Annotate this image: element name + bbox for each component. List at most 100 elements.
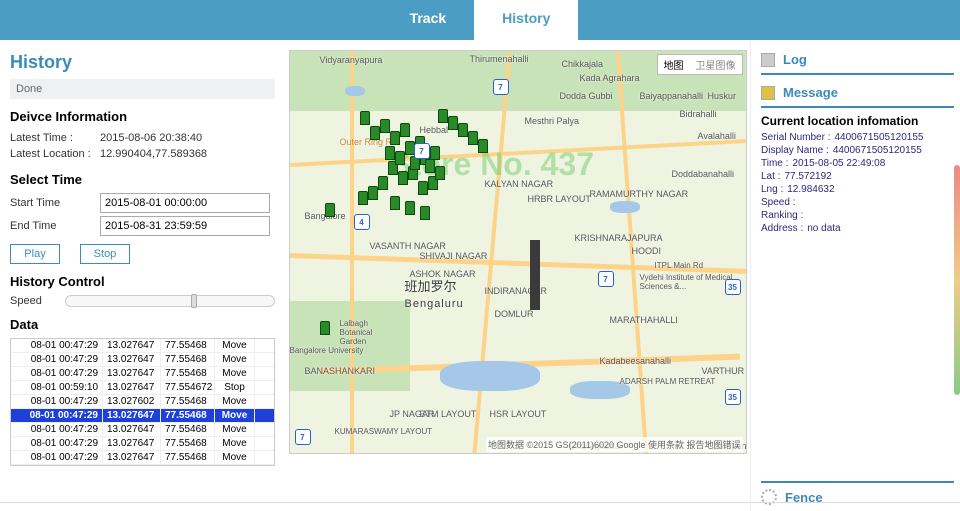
stop-button[interactable]: Stop bbox=[80, 244, 130, 264]
place-label: HSR LAYOUT bbox=[490, 409, 547, 419]
table-row[interactable]: 08-01 00:47:2913.02764777.55468Move bbox=[11, 451, 274, 465]
map-marker[interactable] bbox=[448, 116, 458, 130]
map-attribution: 地图数据 ©2015 GS(2011)6020 Google 使用条款 报告地图… bbox=[486, 437, 743, 452]
play-button[interactable]: Play bbox=[10, 244, 60, 264]
map-type-map[interactable]: 地图 bbox=[658, 55, 690, 74]
place-label: VARTHUR bbox=[702, 366, 745, 376]
slider-thumb[interactable] bbox=[191, 294, 197, 308]
place-label: Huskur bbox=[708, 91, 737, 101]
place-label: Mesthri Palya bbox=[525, 116, 580, 126]
map-marker[interactable] bbox=[395, 151, 405, 165]
tab-track[interactable]: Track bbox=[382, 0, 475, 40]
map-marker[interactable] bbox=[458, 123, 468, 137]
table-row[interactable]: 08-01 00:47:2913.02760277.55468Move bbox=[11, 395, 274, 409]
start-time-label: Start Time bbox=[10, 197, 100, 209]
place-label: ITPL Main Rd bbox=[655, 261, 704, 270]
table-row[interactable]: 08-01 00:47:2913.02764777.55468Move bbox=[11, 367, 274, 381]
right-panel: Log Message Current location infomation … bbox=[750, 40, 960, 511]
road-shield: 4 bbox=[354, 214, 370, 230]
table-row[interactable]: 08-01 00:47:2913.02764777.55468Move bbox=[11, 423, 274, 437]
place-label: HOODI bbox=[632, 246, 662, 256]
time-label: Time : bbox=[761, 158, 788, 169]
status-bar: Done bbox=[10, 79, 275, 99]
map-marker[interactable] bbox=[420, 206, 430, 220]
map-type-switch: 地图 卫星图像 bbox=[657, 54, 743, 75]
map-marker[interactable] bbox=[368, 186, 378, 200]
map-marker[interactable] bbox=[390, 196, 400, 210]
speed-info-label: Speed : bbox=[761, 197, 795, 208]
latest-location-label: Latest Location : bbox=[10, 148, 100, 160]
place-label: DOMLUR bbox=[495, 309, 534, 319]
place-label: BANASHANKARI bbox=[305, 366, 376, 376]
start-time-input[interactable] bbox=[100, 193, 270, 213]
map-marker[interactable] bbox=[418, 181, 428, 195]
displayname-value: 4400671505120155 bbox=[833, 145, 922, 156]
place-label: KRISHNARAJAPURA bbox=[575, 233, 663, 243]
serial-value: 4400671505120155 bbox=[834, 132, 923, 143]
log-label: Log bbox=[783, 52, 807, 67]
tab-history[interactable]: History bbox=[474, 0, 578, 40]
map-marker[interactable] bbox=[400, 123, 410, 137]
table-row[interactable]: 08-01 00:47:2913.02764777.55468Move bbox=[11, 353, 274, 367]
collapse-right-handle[interactable] bbox=[530, 240, 540, 310]
log-icon bbox=[761, 53, 775, 67]
end-time-label: End Time bbox=[10, 220, 100, 232]
map-marker[interactable] bbox=[425, 159, 435, 173]
place-label: MARATHAHALLI bbox=[610, 315, 678, 325]
map-marker[interactable] bbox=[478, 139, 488, 153]
displayname-label: Display Name : bbox=[761, 145, 829, 156]
map-type-satellite[interactable]: 卫星图像 bbox=[690, 55, 742, 74]
map-marker[interactable] bbox=[398, 171, 408, 185]
end-time-input[interactable] bbox=[100, 216, 270, 236]
place-label: HRBR LAYOUT bbox=[528, 194, 591, 204]
place-label: Bidrahalli bbox=[680, 109, 717, 119]
lat-value: 77.572192 bbox=[784, 171, 831, 182]
place-label: VASANTH NAGAR bbox=[370, 241, 446, 251]
data-heading: Data bbox=[10, 317, 275, 332]
serial-label: Serial Number : bbox=[761, 132, 830, 143]
main-layout: History Done Deivce Information Latest T… bbox=[0, 40, 960, 511]
message-tab[interactable]: Message bbox=[761, 81, 954, 108]
speed-slider[interactable] bbox=[65, 295, 275, 307]
place-label: Vydehi Institute of Medical Sciences &..… bbox=[640, 273, 735, 291]
place-label: Lalbagh Botanical Garden bbox=[340, 319, 400, 346]
map-marker[interactable] bbox=[430, 146, 440, 160]
message-icon bbox=[761, 86, 775, 100]
map-marker[interactable] bbox=[390, 131, 400, 145]
address-label: Address : bbox=[761, 223, 803, 234]
table-row[interactable]: 08-01 00:47:2913.02764777.55468Move bbox=[11, 339, 274, 353]
select-time-heading: Select Time bbox=[10, 172, 275, 187]
map-canvas[interactable]: Store No. 437 班加罗尔Bengaluru Vidyaranyapu… bbox=[289, 50, 747, 454]
place-label: KUMARASWAMY LAYOUT bbox=[335, 427, 433, 436]
table-row[interactable]: 08-01 00:47:2913.02764777.55468Move bbox=[11, 437, 274, 451]
map-city-label: 班加罗尔Bengaluru bbox=[405, 276, 464, 310]
right-scrollbar[interactable] bbox=[954, 165, 960, 395]
map-marker[interactable] bbox=[468, 131, 478, 145]
table-row[interactable]: 08-01 00:59:1013.02764777.554672Stop bbox=[11, 381, 274, 395]
map-marker[interactable] bbox=[435, 166, 445, 180]
map-marker[interactable] bbox=[438, 109, 448, 123]
map-marker[interactable] bbox=[385, 146, 395, 160]
message-label: Message bbox=[783, 85, 838, 100]
map-marker[interactable] bbox=[370, 126, 380, 140]
table-row[interactable]: 08-01 00:47:2913.02764777.55468Move bbox=[11, 409, 274, 423]
map-marker[interactable] bbox=[320, 321, 330, 335]
place-label: Vidyaranyapura bbox=[320, 55, 383, 65]
map-marker[interactable] bbox=[378, 176, 388, 190]
place-label: KALYAN NAGAR bbox=[485, 179, 554, 189]
center-panel: Store No. 437 班加罗尔Bengaluru Vidyaranyapu… bbox=[285, 40, 750, 511]
map-marker[interactable] bbox=[380, 119, 390, 133]
speed-label: Speed bbox=[10, 295, 65, 307]
place-label: Avalahalli bbox=[698, 131, 736, 141]
map-marker[interactable] bbox=[405, 201, 415, 215]
map-marker[interactable] bbox=[360, 111, 370, 125]
log-tab[interactable]: Log bbox=[761, 48, 954, 75]
history-control-heading: History Control bbox=[10, 274, 275, 289]
data-table: 08-01 00:47:2913.02764777.55468Move08-01… bbox=[10, 338, 275, 466]
map-marker[interactable] bbox=[358, 191, 368, 205]
lng-label: Lng : bbox=[761, 184, 783, 195]
latest-time-label: Latest Time : bbox=[10, 132, 100, 144]
lng-value: 12.984632 bbox=[787, 184, 834, 195]
latest-time-value: 2015-08-06 20:38:40 bbox=[100, 132, 202, 144]
map-marker[interactable] bbox=[325, 203, 335, 217]
